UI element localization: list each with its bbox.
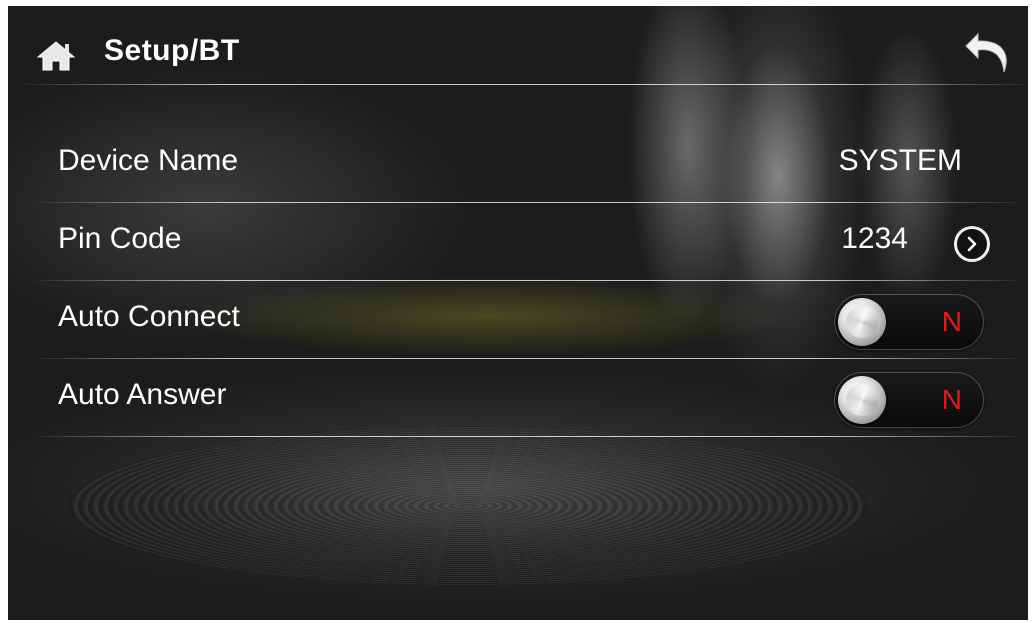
toggle-knob [838,298,886,346]
page-title: Setup/BT [104,34,240,67]
toggle-knob [838,376,886,424]
auto-answer-state: N [941,384,962,415]
pin-code-row[interactable]: Pin Code 1234 [8,202,1028,278]
back-arrow-icon[interactable] [964,28,1016,76]
background-water-ripples [68,426,868,586]
header-divider [26,84,1026,85]
pin-code-edit-button[interactable] [954,226,990,262]
pin-code-label: Pin Code [58,222,182,255]
auto-connect-state: N [941,306,962,337]
auto-connect-label: Auto Connect [58,300,240,333]
device-name-label: Device Name [58,144,239,177]
home-icon[interactable] [36,40,76,72]
pin-code-value: 1234 [841,222,908,255]
bt-setup-screen: Setup/BT Device Name SYSTEM Pin Code 123… [8,6,1028,620]
auto-answer-toggle[interactable]: N [834,372,984,428]
row-divider [38,436,1018,437]
auto-connect-toggle[interactable]: N [834,294,984,350]
device-name-value: SYSTEM [838,144,962,177]
auto-connect-row: Auto Connect N [8,280,1028,356]
auto-answer-row: Auto Answer N [8,358,1028,434]
header-bar: Setup/BT [8,6,1028,84]
chevron-right-icon [967,236,977,252]
auto-answer-label: Auto Answer [58,378,227,411]
device-name-row[interactable]: Device Name SYSTEM [8,124,1028,200]
